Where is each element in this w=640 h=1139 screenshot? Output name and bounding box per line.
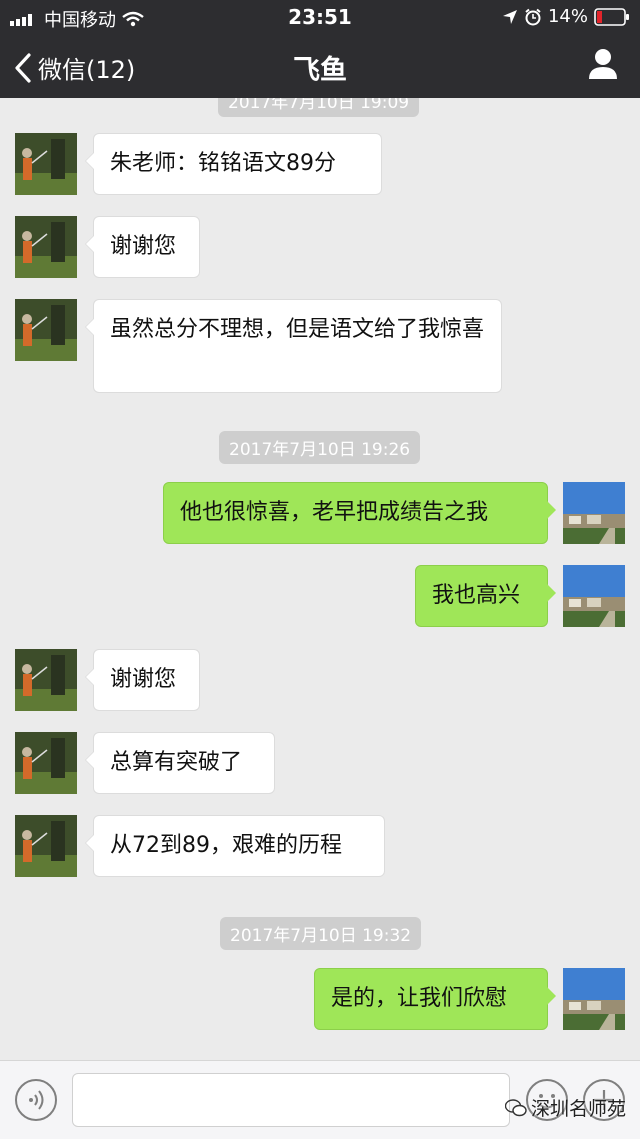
my-avatar[interactable] <box>563 968 625 1030</box>
location-icon <box>502 9 517 24</box>
message-bubble-incoming[interactable]: 虽然总分不理想，但是语文给了我惊喜 <box>85 299 502 393</box>
voice-button[interactable] <box>15 1079 57 1121</box>
voice-icon <box>29 1090 44 1110</box>
contact-avatar[interactable] <box>15 216 77 278</box>
message-bubble-incoming[interactable]: 总算有突破了 <box>85 732 275 794</box>
contact-avatar[interactable] <box>15 732 77 794</box>
profile-icon <box>589 49 617 79</box>
my-avatar[interactable] <box>563 565 625 627</box>
nav-bar: 微信(12) 飞鱼 <box>0 34 640 98</box>
timestamp: 2017年7月10日 19:26 <box>219 431 421 464</box>
status-bar: 中国移动 23:51 14% <box>0 0 640 34</box>
alarm-icon <box>525 8 541 25</box>
message-bubble-outgoing[interactable]: 是的，让我们欣慰 <box>314 968 556 1030</box>
contact-avatar[interactable] <box>15 299 77 361</box>
message-input[interactable] <box>72 1073 510 1127</box>
battery-icon <box>594 7 629 26</box>
message-bubble-outgoing[interactable]: 他也很惊喜，老早把成绩告之我 <box>163 482 556 544</box>
contact-avatar[interactable] <box>15 133 77 195</box>
message-bubble-incoming[interactable]: 谢谢您 <box>85 216 200 278</box>
profile-button[interactable] <box>588 48 618 84</box>
timestamp-partial: 2017年7月10日 19:09 <box>218 98 420 117</box>
watermark-text: 深圳名师苑 <box>530 1098 626 1120</box>
chat-title: 飞鱼 <box>293 55 347 86</box>
watermark: 深圳名师苑 <box>504 1094 626 1121</box>
wechat-logo-icon <box>504 1098 527 1116</box>
contact-avatar[interactable] <box>15 815 77 877</box>
chat-area[interactable]: 2017年7月10日 19:09 朱老师：铭铭语文89分 谢谢您 虽然总分不理想… <box>0 98 640 1060</box>
message-bubble-incoming[interactable]: 谢谢您 <box>85 649 200 711</box>
message-bubble-incoming[interactable]: 朱老师：铭铭语文89分 <box>85 133 382 195</box>
message-bubble-incoming[interactable]: 从72到89，艰难的历程 <box>85 815 385 877</box>
battery-percent: 14% <box>547 6 588 27</box>
my-avatar[interactable] <box>563 482 625 544</box>
timestamp: 2017年7月10日 19:32 <box>220 917 422 950</box>
message-bubble-outgoing[interactable]: 我也高兴 <box>415 565 556 627</box>
contact-avatar[interactable] <box>15 649 77 711</box>
